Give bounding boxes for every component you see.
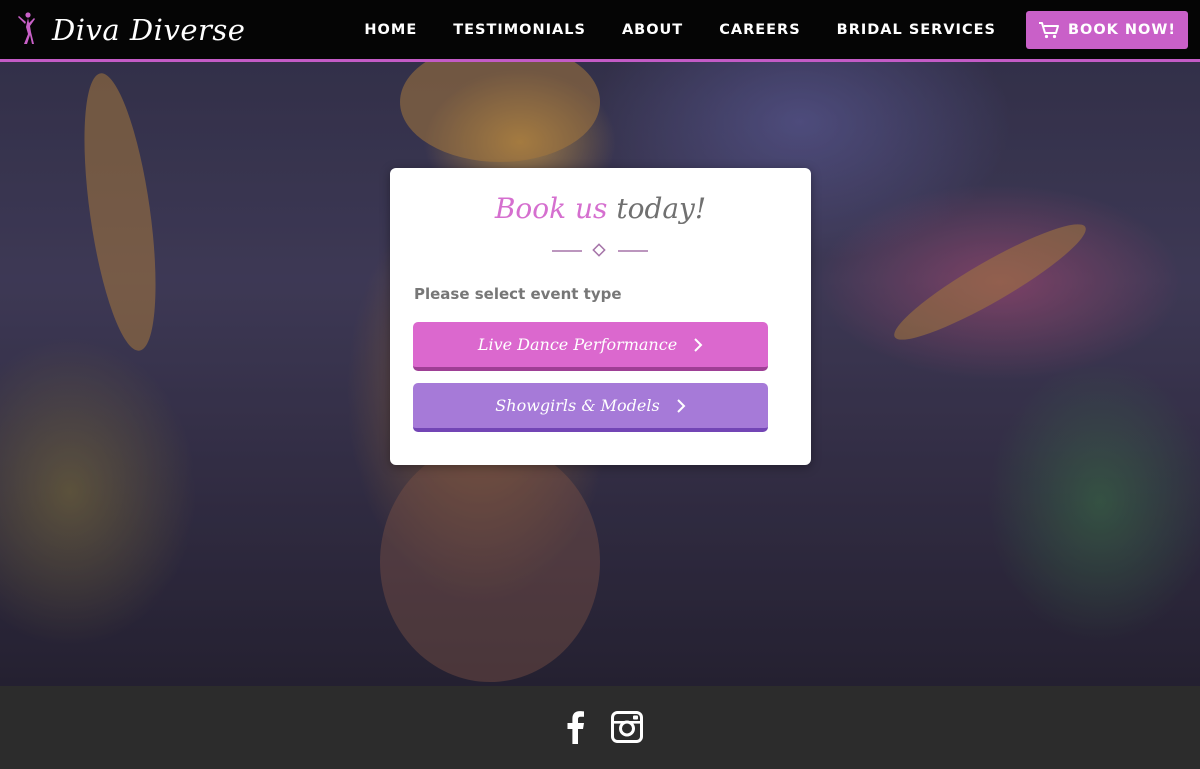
nav-testimonials[interactable]: TESTIMONIALS bbox=[453, 22, 586, 38]
nav-careers[interactable]: CAREERS bbox=[719, 22, 800, 38]
booking-card: Book us today! Please select event type … bbox=[390, 168, 811, 465]
nav-home[interactable]: HOME bbox=[364, 22, 417, 38]
chevron-right-icon bbox=[676, 398, 686, 413]
nav-bridal-services[interactable]: BRIDAL SERVICES bbox=[837, 22, 996, 38]
site-header: Diva Diverse HOME TESTIMONIALS ABOUT CAR… bbox=[0, 0, 1200, 62]
live-dance-performance-button[interactable]: Live Dance Performance bbox=[413, 322, 768, 371]
site-logo[interactable]: Diva Diverse bbox=[16, 0, 245, 59]
showgirls-models-label: Showgirls & Models bbox=[495, 396, 660, 415]
cart-icon bbox=[1038, 21, 1059, 38]
booking-title: Book us today! bbox=[390, 192, 811, 225]
instagram-icon[interactable] bbox=[611, 711, 643, 743]
chevron-right-icon bbox=[694, 337, 703, 352]
showgirls-models-button[interactable]: Showgirls & Models bbox=[413, 383, 768, 432]
diamond-divider bbox=[552, 243, 648, 257]
site-footer bbox=[0, 686, 1200, 769]
live-dance-performance-label: Live Dance Performance bbox=[477, 335, 678, 354]
dancer-silhouette-icon bbox=[18, 11, 35, 44]
booking-title-part1: Book us bbox=[494, 192, 608, 225]
book-now-label: BOOK NOW! bbox=[1067, 21, 1176, 38]
facebook-icon[interactable] bbox=[563, 710, 587, 744]
hero-background-photo: Book us today! Please select event type … bbox=[0, 62, 1200, 686]
nav-about[interactable]: ABOUT bbox=[622, 22, 683, 38]
brand-name: Diva Diverse bbox=[52, 12, 246, 47]
booking-title-part2: today! bbox=[616, 192, 707, 225]
main-nav: HOME TESTIMONIALS ABOUT CAREERS BRIDAL S… bbox=[364, 0, 1188, 59]
book-now-button[interactable]: BOOK NOW! bbox=[1025, 10, 1188, 49]
event-type-label: Please select event type bbox=[414, 285, 622, 303]
